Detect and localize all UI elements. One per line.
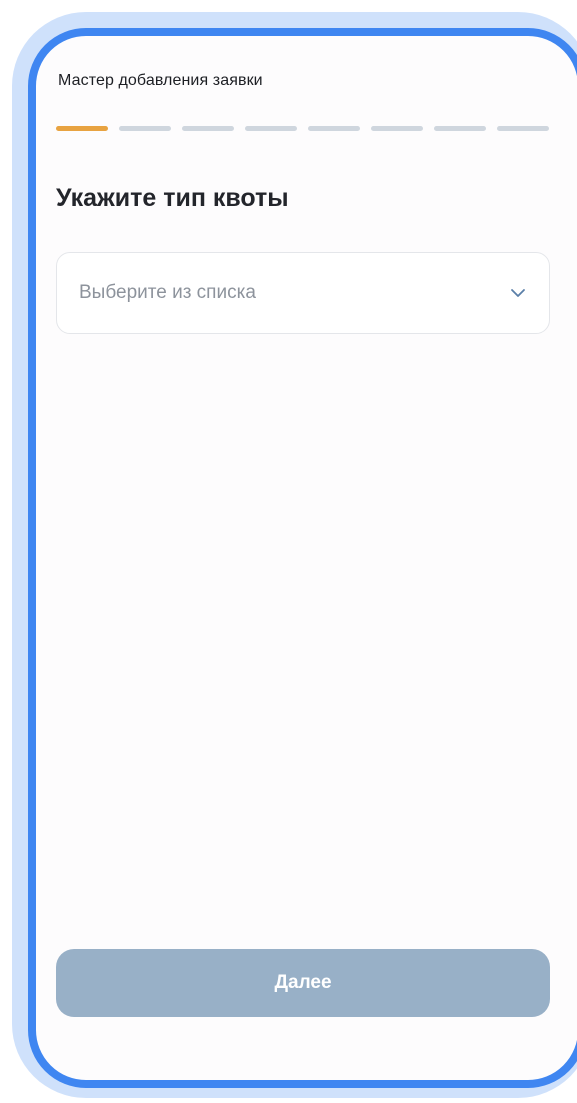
select-placeholder: Выберите из списка <box>79 282 256 303</box>
step-7-segment <box>434 126 486 131</box>
phone-screen: Мастер добавления заявки Укажите тип кво… <box>28 28 577 1088</box>
step-progress-indicator <box>56 126 549 131</box>
step-6-segment <box>371 126 423 131</box>
chevron-down-icon <box>509 284 527 302</box>
question-title: Укажите тип квоты <box>56 184 289 212</box>
wizard-title: Мастер добавления заявки <box>58 72 263 89</box>
step-2-segment <box>119 126 171 131</box>
step-4-segment <box>245 126 297 131</box>
step-8-segment <box>497 126 549 131</box>
step-5-segment <box>308 126 360 131</box>
step-3-segment <box>182 126 234 131</box>
step-1-segment <box>56 126 108 131</box>
quota-type-select[interactable]: Выберите из списка <box>56 252 550 334</box>
next-button[interactable]: Далее <box>56 949 550 1017</box>
